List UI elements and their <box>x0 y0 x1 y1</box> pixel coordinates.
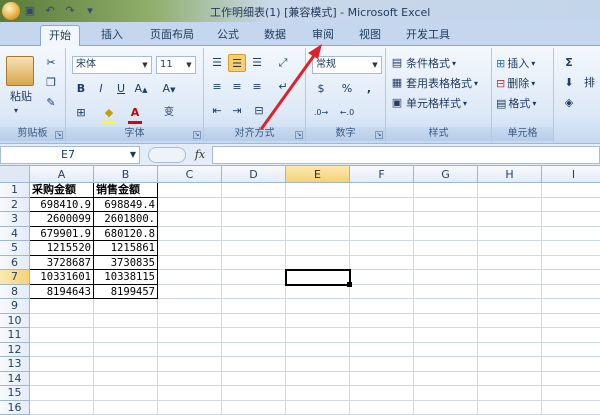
annotation-arrow <box>0 0 600 400</box>
empty-cell[interactable] <box>94 401 158 415</box>
empty-cell[interactable] <box>158 401 222 415</box>
empty-cell[interactable] <box>30 401 94 415</box>
empty-cell[interactable] <box>350 401 414 415</box>
empty-cell[interactable] <box>542 401 600 415</box>
empty-cell[interactable] <box>478 401 542 415</box>
empty-cell[interactable] <box>414 401 478 415</box>
empty-cell[interactable] <box>286 401 350 415</box>
empty-cell[interactable] <box>222 401 286 415</box>
row-header-16[interactable]: 16 <box>0 401 30 415</box>
